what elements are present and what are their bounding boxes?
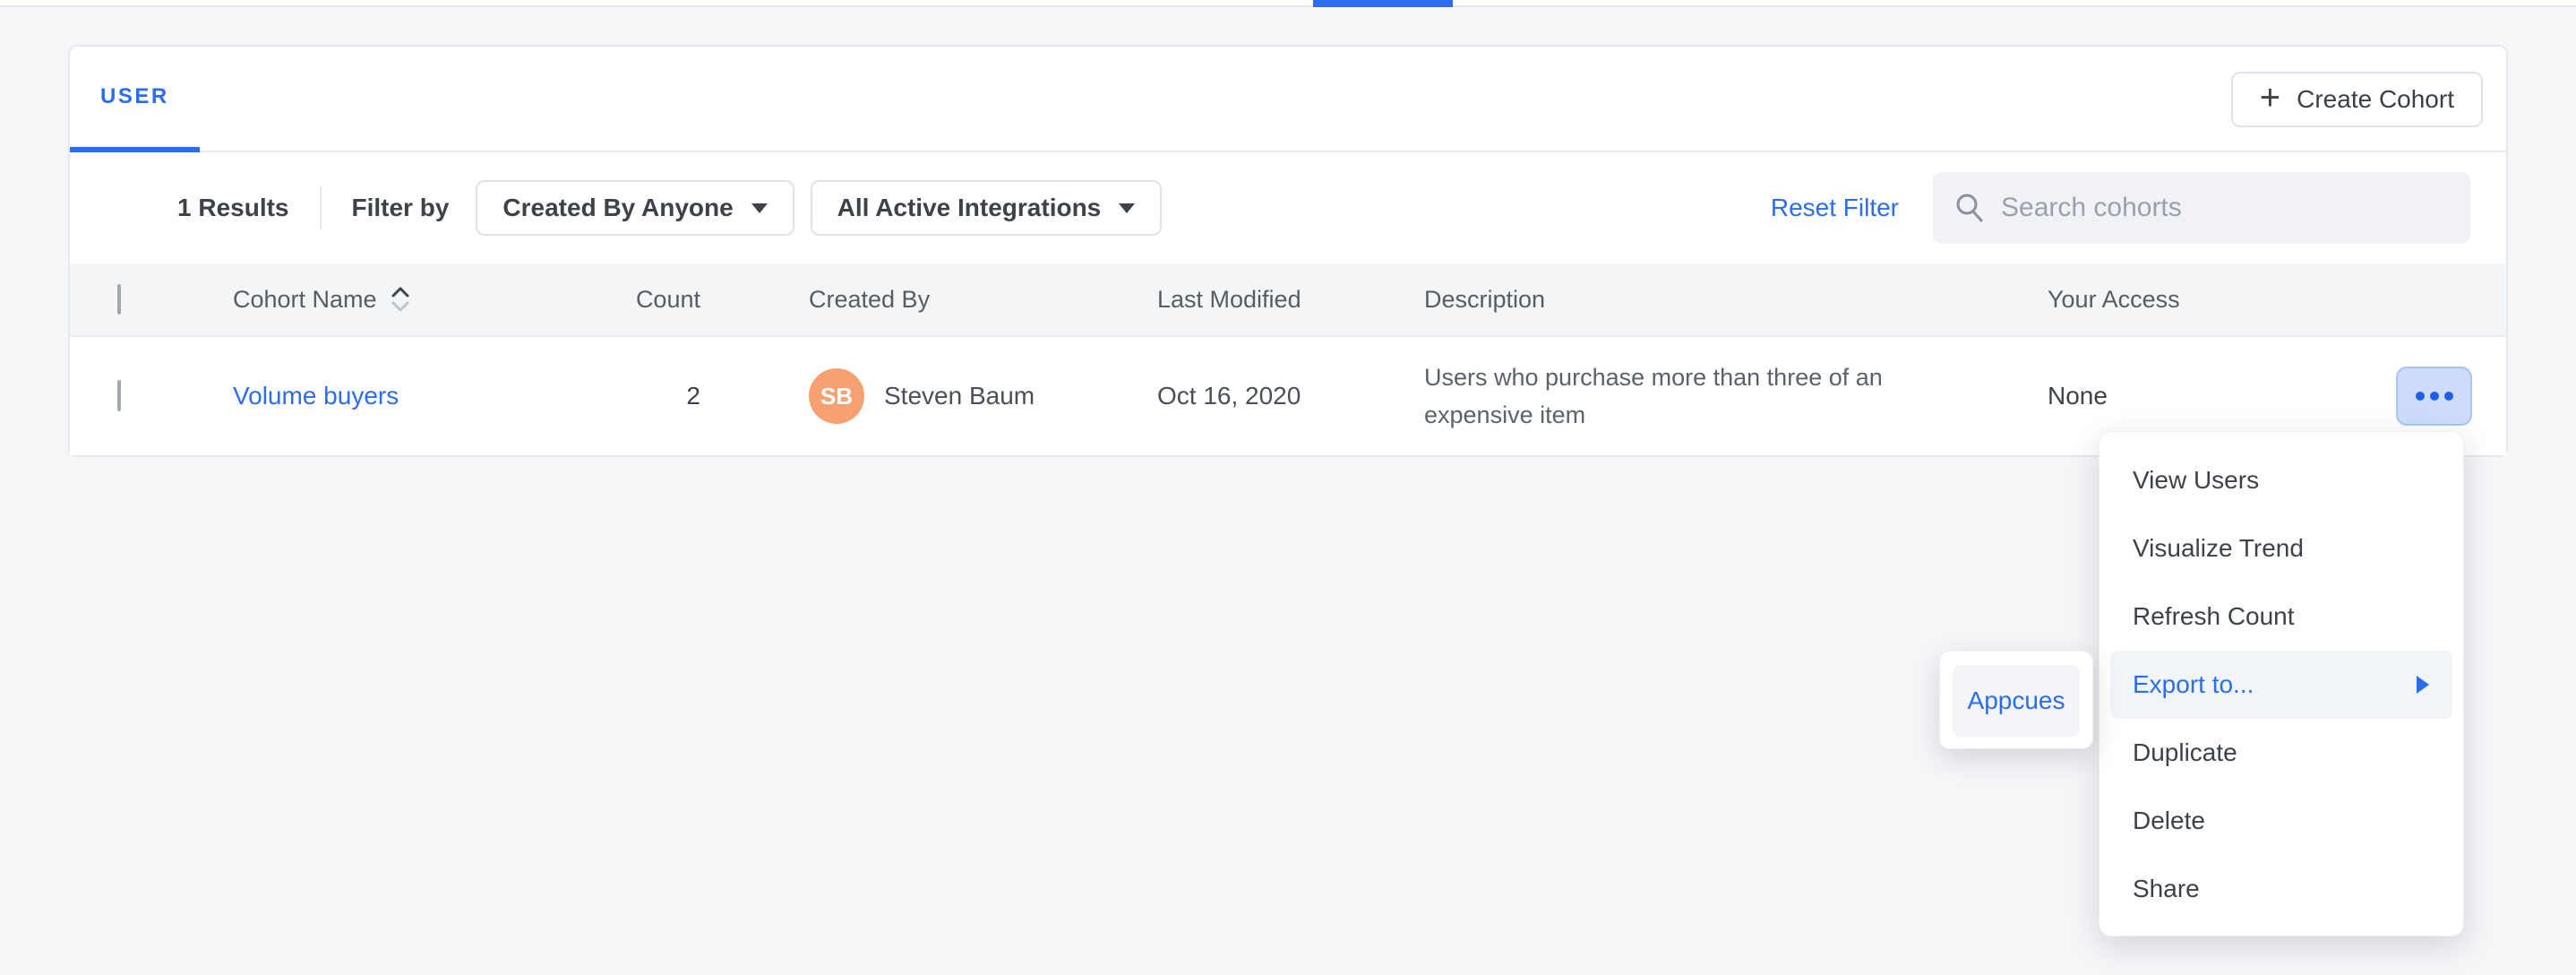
menu-item-delete[interactable]: Delete [2099, 787, 2463, 855]
header-checkbox-cell [117, 286, 233, 314]
created-by-dropdown[interactable]: Created By Anyone [476, 180, 794, 236]
more-icon [2430, 392, 2439, 401]
menu-item-visualize-trend[interactable]: Visualize Trend [2099, 514, 2463, 582]
header-cohort-name-label: Cohort Name [233, 286, 377, 314]
header-cohort-name[interactable]: Cohort Name [233, 285, 593, 314]
count-cell: 2 [593, 382, 700, 410]
caret-down-icon [1119, 203, 1135, 213]
menu-item-refresh-count[interactable]: Refresh Count [2099, 582, 2463, 651]
create-cohort-button[interactable]: + Create Cohort [2231, 72, 2483, 127]
search-icon [1953, 191, 1987, 225]
menu-item-duplicate[interactable]: Duplicate [2099, 719, 2463, 787]
row-context-menu: View Users Visualize Trend Refresh Count… [2099, 431, 2464, 936]
header-last-modified: Last Modified [1157, 286, 1424, 314]
row-checkbox[interactable] [117, 380, 121, 411]
more-actions-button[interactable] [2396, 367, 2472, 426]
menu-item-share[interactable]: Share [2099, 855, 2463, 923]
row-checkbox-cell [117, 382, 233, 410]
search-input[interactable] [2001, 193, 2451, 223]
last-modified-cell: Oct 16, 2020 [1157, 382, 1424, 410]
cohort-name-link[interactable]: Volume buyers [233, 382, 399, 410]
integrations-dropdown[interactable]: All Active Integrations [811, 180, 1163, 236]
header-created-by: Created By [700, 286, 1157, 314]
filter-bar: 1 Results Filter by Created By Anyone Al… [70, 152, 2506, 263]
reset-filter-link[interactable]: Reset Filter [1771, 194, 1899, 222]
tab-user-label: USER [100, 84, 169, 109]
cohorts-page: USER + Create Cohort 1 Results Filter by… [0, 0, 2576, 975]
created-by-cell: SB Steven Baum [700, 368, 1157, 424]
sort-icon [390, 285, 411, 314]
header-count: Count [593, 286, 700, 314]
created-by-name: Steven Baum [884, 382, 1035, 410]
tab-user[interactable]: USER [70, 47, 200, 152]
search-cohorts-box [1933, 172, 2470, 244]
plus-icon: + [2260, 80, 2280, 116]
menu-item-view-users[interactable]: View Users [2099, 446, 2463, 514]
tabs-row: USER + Create Cohort [70, 47, 2506, 152]
results-count: 1 Results [177, 194, 289, 222]
cohort-name-cell: Volume buyers [233, 382, 593, 410]
description-cell: Users who purchase more than three of an… [1424, 358, 1926, 434]
menu-item-export-to[interactable]: Export to... [2110, 651, 2452, 719]
menu-item-export-to-label: Export to... [2133, 670, 2254, 699]
created-by-dropdown-label: Created By Anyone [502, 194, 733, 222]
integrations-dropdown-label: All Active Integrations [837, 194, 1102, 222]
more-icon [2444, 392, 2453, 401]
export-submenu: Appcues [1939, 651, 2093, 749]
avatar: SB [809, 368, 864, 424]
header-your-access: Your Access [2048, 286, 2357, 314]
create-cohort-label: Create Cohort [2297, 85, 2454, 114]
divider [320, 186, 322, 229]
top-nav-edge [0, 0, 2576, 7]
submenu-item-appcues[interactable]: Appcues [1953, 665, 2080, 737]
more-icon [2416, 392, 2425, 401]
header-description: Description [1424, 286, 2048, 314]
select-all-checkbox[interactable] [117, 284, 121, 315]
filter-by-label: Filter by [352, 194, 450, 222]
caret-down-icon [751, 203, 768, 213]
actions-cell [2357, 367, 2472, 426]
your-access-cell: None [2048, 382, 2357, 410]
submenu-arrow-icon [2417, 676, 2429, 694]
cohorts-card: USER + Create Cohort 1 Results Filter by… [68, 45, 2508, 457]
active-nav-tab-indicator [1313, 0, 1453, 7]
table-header-row: Cohort Name Count Created By Last Modifi… [70, 263, 2506, 335]
